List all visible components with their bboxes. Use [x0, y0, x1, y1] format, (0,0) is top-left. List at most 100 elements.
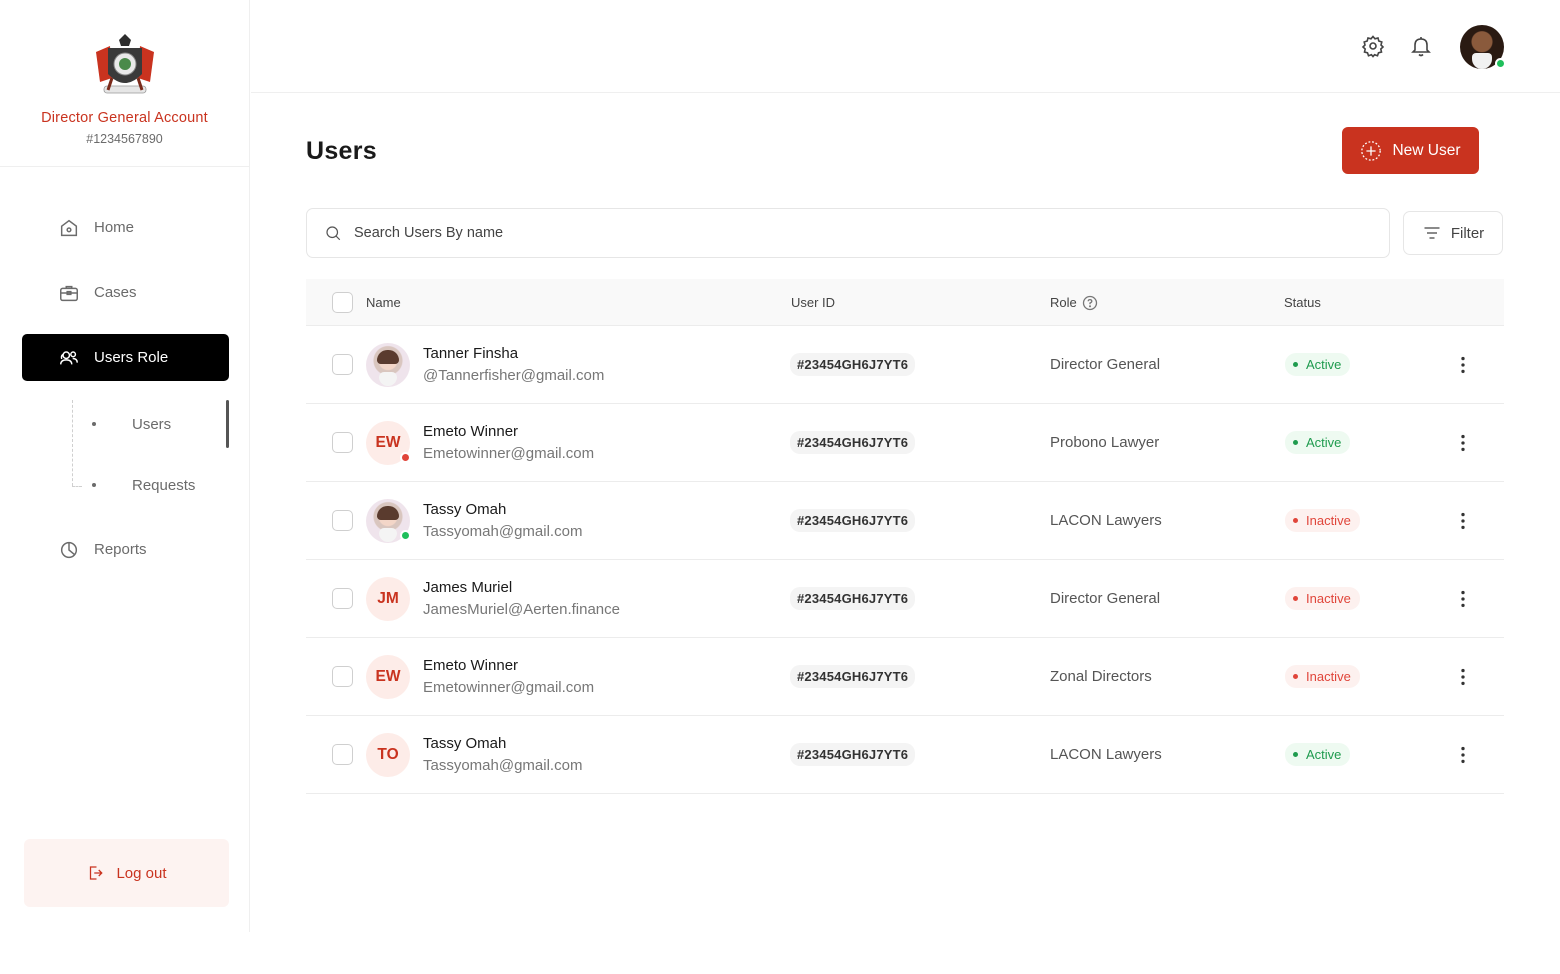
online-status-dot	[1495, 58, 1506, 69]
users-role-subnav: Users Requests	[72, 400, 232, 494]
more-vertical-icon	[1461, 668, 1465, 685]
row-actions-button[interactable]	[1452, 588, 1474, 610]
user-role: Probono Lawyer	[1050, 434, 1160, 451]
nav-item-reports[interactable]: Reports	[22, 526, 229, 573]
user-role: Director General	[1050, 356, 1161, 373]
nav-item-label: Home	[94, 219, 135, 236]
nav-item-label: Reports	[94, 541, 147, 558]
user-avatar	[366, 342, 410, 387]
filter-button[interactable]: Filter	[1403, 211, 1503, 255]
user-name: Tassy Omah	[423, 735, 507, 752]
user-role: LACON Lawyers	[1050, 512, 1162, 529]
top-bar	[251, 0, 1560, 93]
status-badge: Active	[1285, 743, 1351, 766]
nav-item-home[interactable]: Home	[22, 204, 229, 251]
help-icon[interactable]	[1082, 295, 1098, 311]
user-avatar[interactable]	[1460, 25, 1506, 69]
status-badge: Active	[1285, 353, 1351, 376]
user-email: Tassyomah@gmail.com	[423, 523, 583, 540]
table-header: Name User ID Role Status	[306, 279, 1504, 326]
user-name: James Muriel	[423, 579, 513, 596]
sidebar: Director General Account #1234567890 Hom…	[0, 0, 250, 932]
row-actions-button[interactable]	[1452, 354, 1474, 376]
nav-item-users-role[interactable]: Users Role	[22, 334, 229, 381]
user-avatar: EW	[366, 654, 410, 699]
user-role: Zonal Directors	[1050, 668, 1152, 685]
more-vertical-icon	[1461, 590, 1465, 607]
column-header-status[interactable]: Status	[1284, 279, 1321, 326]
settings-button[interactable]	[1361, 34, 1385, 58]
row-checkbox[interactable]	[332, 510, 353, 531]
notifications-button[interactable]	[1409, 34, 1433, 58]
subnav-item-users[interactable]: Users	[92, 409, 171, 439]
row-actions-button[interactable]	[1452, 744, 1474, 766]
user-id-chip: #23454GH6J7YT6	[790, 665, 916, 688]
table-row: EW Emeto Winner Emetowinner@gmail.com #2…	[306, 404, 1504, 482]
user-avatar: EW	[366, 420, 411, 465]
user-id-chip: #23454GH6J7YT6	[790, 509, 916, 532]
subnav-item-label: Users	[132, 415, 172, 433]
row-checkbox[interactable]	[332, 744, 353, 765]
plus-circle-icon	[1361, 140, 1382, 161]
user-avatar: JM	[366, 576, 410, 621]
briefcase-icon	[60, 285, 78, 301]
column-header-user-id[interactable]: User ID	[791, 279, 835, 326]
online-status-dot	[400, 529, 411, 541]
logout-icon	[90, 866, 104, 880]
user-avatar	[366, 498, 411, 543]
table-row: JM James Muriel JamesMuriel@Aerten.finan…	[306, 560, 1504, 638]
status-badge: Inactive	[1285, 509, 1360, 532]
table-row: TO Tassy Omah Tassyomah@gmail.com #23454…	[306, 716, 1504, 794]
more-vertical-icon	[1461, 434, 1465, 451]
nav-item-label: Users Role	[94, 349, 169, 366]
column-header-role[interactable]: Role	[1050, 279, 1098, 326]
offline-status-dot	[400, 451, 411, 463]
more-vertical-icon	[1461, 746, 1465, 763]
subnav-item-label: Requests	[132, 476, 196, 494]
logout-label: Log out	[116, 864, 167, 882]
row-actions-button[interactable]	[1452, 666, 1474, 688]
user-name: Emeto Winner	[423, 423, 519, 440]
search-icon	[326, 226, 341, 241]
user-id-chip: #23454GH6J7YT6	[790, 743, 916, 766]
table-row: Tassy Omah Tassyomah@gmail.com #23454GH6…	[306, 482, 1504, 560]
user-name: Emeto Winner	[423, 657, 519, 674]
user-id-chip: #23454GH6J7YT6	[790, 431, 916, 454]
pie-chart-icon	[60, 541, 78, 558]
search-input[interactable]	[354, 225, 1254, 241]
filter-label: Filter	[1450, 224, 1485, 242]
avatar-initials: EW	[375, 433, 401, 451]
new-user-button[interactable]: New User	[1342, 127, 1479, 174]
logout-button[interactable]: Log out	[24, 839, 229, 907]
select-all-checkbox[interactable]	[332, 292, 353, 313]
row-checkbox[interactable]	[332, 588, 353, 609]
status-badge: Active	[1285, 431, 1351, 454]
subnav-connector	[72, 486, 82, 487]
user-email: Emetowinner@gmail.com	[423, 445, 595, 462]
nav-item-cases[interactable]: Cases	[22, 269, 229, 316]
users-icon	[60, 350, 78, 364]
brand-header: Director General Account #1234567890	[0, 0, 249, 167]
row-checkbox[interactable]	[332, 354, 353, 375]
row-actions-button[interactable]	[1452, 510, 1474, 532]
column-header-name[interactable]: Name	[366, 279, 401, 326]
user-name: Tanner Finsha	[423, 345, 519, 362]
nav-item-label: Cases	[94, 284, 137, 301]
new-user-label: New User	[1392, 141, 1461, 159]
bell-icon	[1411, 37, 1431, 57]
column-header-label: Role	[1050, 295, 1077, 310]
subnav-item-requests[interactable]: Requests	[92, 470, 195, 500]
account-name: Director General Account	[41, 110, 208, 126]
bullet-icon	[92, 422, 96, 426]
user-email: @Tannerfisher@gmail.com	[423, 367, 605, 384]
row-checkbox[interactable]	[332, 666, 353, 687]
avatar-initials: TO	[377, 745, 399, 763]
users-table: Name User ID Role Status Tanner Finsha @…	[306, 279, 1504, 794]
page-title: Users	[306, 137, 377, 165]
avatar-shirt	[1472, 53, 1492, 69]
user-id-chip: #23454GH6J7YT6	[790, 353, 916, 376]
row-checkbox[interactable]	[332, 432, 353, 453]
row-actions-button[interactable]	[1452, 432, 1474, 454]
avatar-initials: EW	[375, 667, 401, 685]
search-bar	[306, 208, 1390, 258]
